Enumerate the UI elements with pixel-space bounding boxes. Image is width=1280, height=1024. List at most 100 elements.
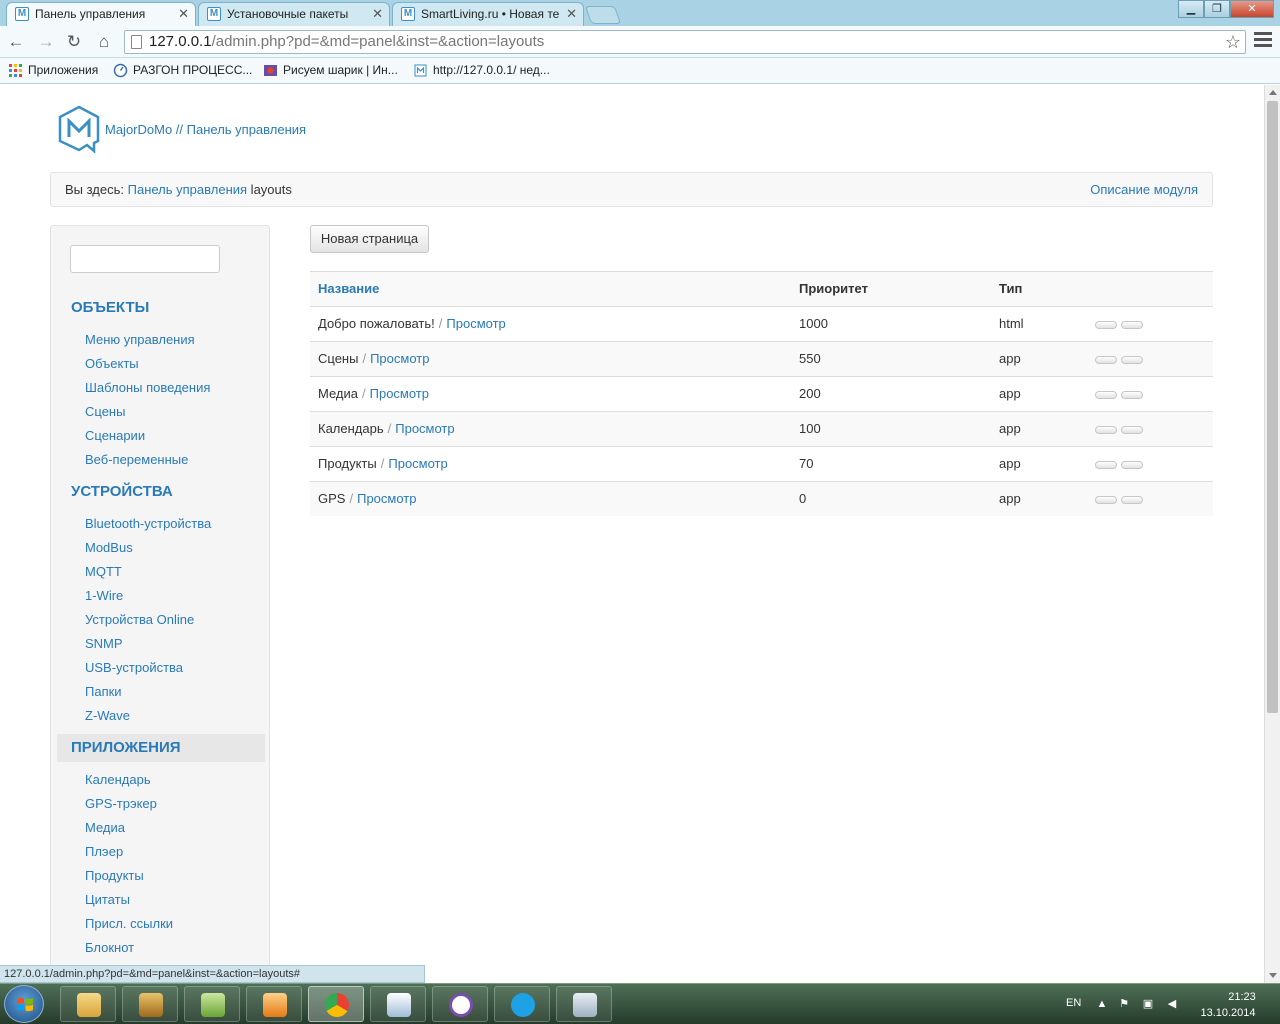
tab-packages[interactable]: M Установочные пакеты ✕ (198, 2, 390, 26)
back-icon[interactable]: ← (6, 32, 26, 52)
restore-button[interactable]: ❐ (1204, 0, 1230, 18)
taskbar-circle-app[interactable] (432, 986, 488, 1022)
volume-icon[interactable]: ◀ (1166, 998, 1178, 1010)
tab-smartliving[interactable]: M SmartLiving.ru • Новая те ✕ (392, 2, 584, 26)
sidebar-item[interactable]: MQTT (85, 564, 122, 579)
address-bar[interactable]: 127.0.0.1/admin.php?pd=&md=panel&inst=&a… (124, 30, 1246, 54)
edit-button[interactable] (1095, 496, 1117, 504)
edit-button[interactable] (1095, 426, 1117, 434)
close-button[interactable]: ✕ (1230, 0, 1274, 18)
sidebar-item[interactable]: Календарь (85, 772, 151, 787)
sidebar-item[interactable]: Веб-переменные (85, 452, 188, 467)
scroll-thumb[interactable] (1267, 101, 1278, 713)
sidebar-item[interactable]: Меню управления (85, 332, 195, 347)
taskbar-skype[interactable] (494, 986, 550, 1022)
sidebar-item[interactable]: SNMP (85, 636, 123, 651)
browser-menu-icon[interactable] (1254, 32, 1272, 52)
delete-button[interactable] (1121, 321, 1143, 329)
sidebar-item[interactable]: Папки (85, 684, 122, 699)
clock-date[interactable]: 13.10.2014 (1198, 1007, 1258, 1019)
majordomo-logo-icon[interactable] (58, 105, 100, 153)
sidebar-item[interactable]: Bluetooth-устройства (85, 516, 211, 531)
sidebar-item[interactable]: Медиа (85, 820, 125, 835)
sidebar-item[interactable]: ModBus (85, 540, 133, 555)
taskbar-notepadpp[interactable] (184, 986, 240, 1022)
home-icon[interactable]: ⌂ (94, 32, 114, 52)
action-center-flag-icon[interactable]: ⚑ (1118, 998, 1130, 1010)
sort-by-name-link[interactable]: Название (318, 272, 379, 306)
tab-close-icon[interactable]: ✕ (566, 3, 577, 25)
view-link[interactable]: Просмотр (388, 456, 447, 471)
taskbar-presentation[interactable] (370, 986, 426, 1022)
delete-button[interactable] (1121, 356, 1143, 364)
edit-button[interactable] (1095, 461, 1117, 469)
sidebar-item[interactable]: 1-Wire (85, 588, 123, 603)
tab-close-icon[interactable]: ✕ (178, 3, 189, 25)
delete-button[interactable] (1121, 461, 1143, 469)
bookmark-star-icon[interactable]: ☆ (1225, 31, 1241, 53)
forward-icon[interactable]: → (36, 32, 56, 52)
tray-expand-icon[interactable]: ▲ (1096, 998, 1108, 1010)
sidebar-item[interactable]: Объекты (85, 356, 139, 371)
taskbar-archive[interactable] (122, 986, 178, 1022)
delete-button[interactable] (1121, 391, 1143, 399)
bookmark-risuem[interactable]: Рисуем шарик | Ин... (263, 63, 398, 77)
sidebar-item[interactable]: Устройства Online (85, 612, 194, 627)
sidebar-section-objects[interactable]: ОБЪЕКТЫ (57, 294, 265, 322)
sidebar-section-devices[interactable]: УСТРОЙСТВА (57, 478, 265, 506)
tab-close-icon[interactable]: ✕ (372, 3, 383, 25)
view-link[interactable]: Просмотр (446, 316, 505, 331)
taskbar-chrome[interactable] (308, 986, 364, 1022)
scroll-down-icon[interactable] (1269, 973, 1277, 978)
sidebar-item[interactable]: Цитаты (85, 892, 130, 907)
edit-button[interactable] (1095, 321, 1117, 329)
taskbar-media-player[interactable] (246, 986, 302, 1022)
network-icon[interactable]: ▣ (1142, 998, 1154, 1010)
table-row: Календарь / Просмотр 100 app (310, 411, 1213, 446)
brand-title[interactable]: MajorDoMo // Панель управления (105, 122, 306, 137)
view-link[interactable]: Просмотр (370, 351, 429, 366)
start-button[interactable] (4, 985, 44, 1023)
bookmark-apps[interactable]: Приложения (8, 63, 98, 77)
tab-panel[interactable]: M Панель управления ✕ (6, 2, 196, 26)
page-scrollbar[interactable] (1264, 85, 1280, 983)
taskbar-paint[interactable] (556, 986, 612, 1022)
sidebar-item[interactable]: Z-Wave (85, 708, 130, 723)
module-help-link[interactable]: Описание модуля (1090, 173, 1198, 206)
scroll-up-icon[interactable] (1269, 90, 1277, 95)
reload-icon[interactable]: ↻ (64, 32, 84, 52)
view-link[interactable]: Просмотр (357, 491, 416, 506)
delete-button[interactable] (1121, 426, 1143, 434)
minimize-button[interactable]: ▁ (1178, 0, 1204, 18)
sidebar-item[interactable]: Сценарии (85, 428, 145, 443)
delete-button[interactable] (1121, 496, 1143, 504)
new-tab-button[interactable] (584, 6, 622, 24)
sidebar-item[interactable]: Присл. ссылки (85, 916, 173, 931)
edit-button[interactable] (1095, 391, 1117, 399)
notepadpp-icon (201, 993, 225, 1017)
bookmark-label: http://127.0.0.1/ нед... (433, 63, 550, 77)
sidebar-item[interactable]: USB-устройства (85, 660, 183, 675)
brand-link: Панель управления (186, 121, 307, 137)
bookmark-razgon[interactable]: РАЗГОН ПРОЦЕСС... (113, 63, 252, 78)
sidebar-search-input[interactable] (70, 245, 220, 273)
sidebar-item[interactable]: Блокнот (85, 940, 134, 955)
new-page-button[interactable]: Новая страница (310, 225, 429, 253)
sidebar-section-apps[interactable]: ПРИЛОЖЕНИЯ (57, 734, 265, 762)
bookmark-localhost[interactable]: http://127.0.0.1/ нед... (413, 63, 550, 77)
taskbar-explorer[interactable] (60, 986, 116, 1022)
language-indicator[interactable]: EN (1066, 997, 1081, 1009)
breadcrumb-link-panel[interactable]: Панель управления (128, 182, 247, 197)
sidebar-item[interactable]: Сцены (85, 404, 125, 419)
paint-icon (573, 993, 597, 1017)
view-link[interactable]: Просмотр (395, 421, 454, 436)
sidebar-item[interactable]: GPS-трэкер (85, 796, 157, 811)
browser-titlebar: M Панель управления ✕ M Установочные пак… (0, 0, 1280, 26)
brand: MajorDoMo // Панель управления (58, 105, 306, 153)
edit-button[interactable] (1095, 356, 1117, 364)
sidebar-item[interactable]: Шаблоны поведения (85, 380, 210, 395)
sidebar-item[interactable]: Плэер (85, 844, 123, 859)
clock-time[interactable]: 21:23 (1212, 991, 1272, 1003)
sidebar-item[interactable]: Продукты (85, 868, 144, 883)
view-link[interactable]: Просмотр (370, 386, 429, 401)
